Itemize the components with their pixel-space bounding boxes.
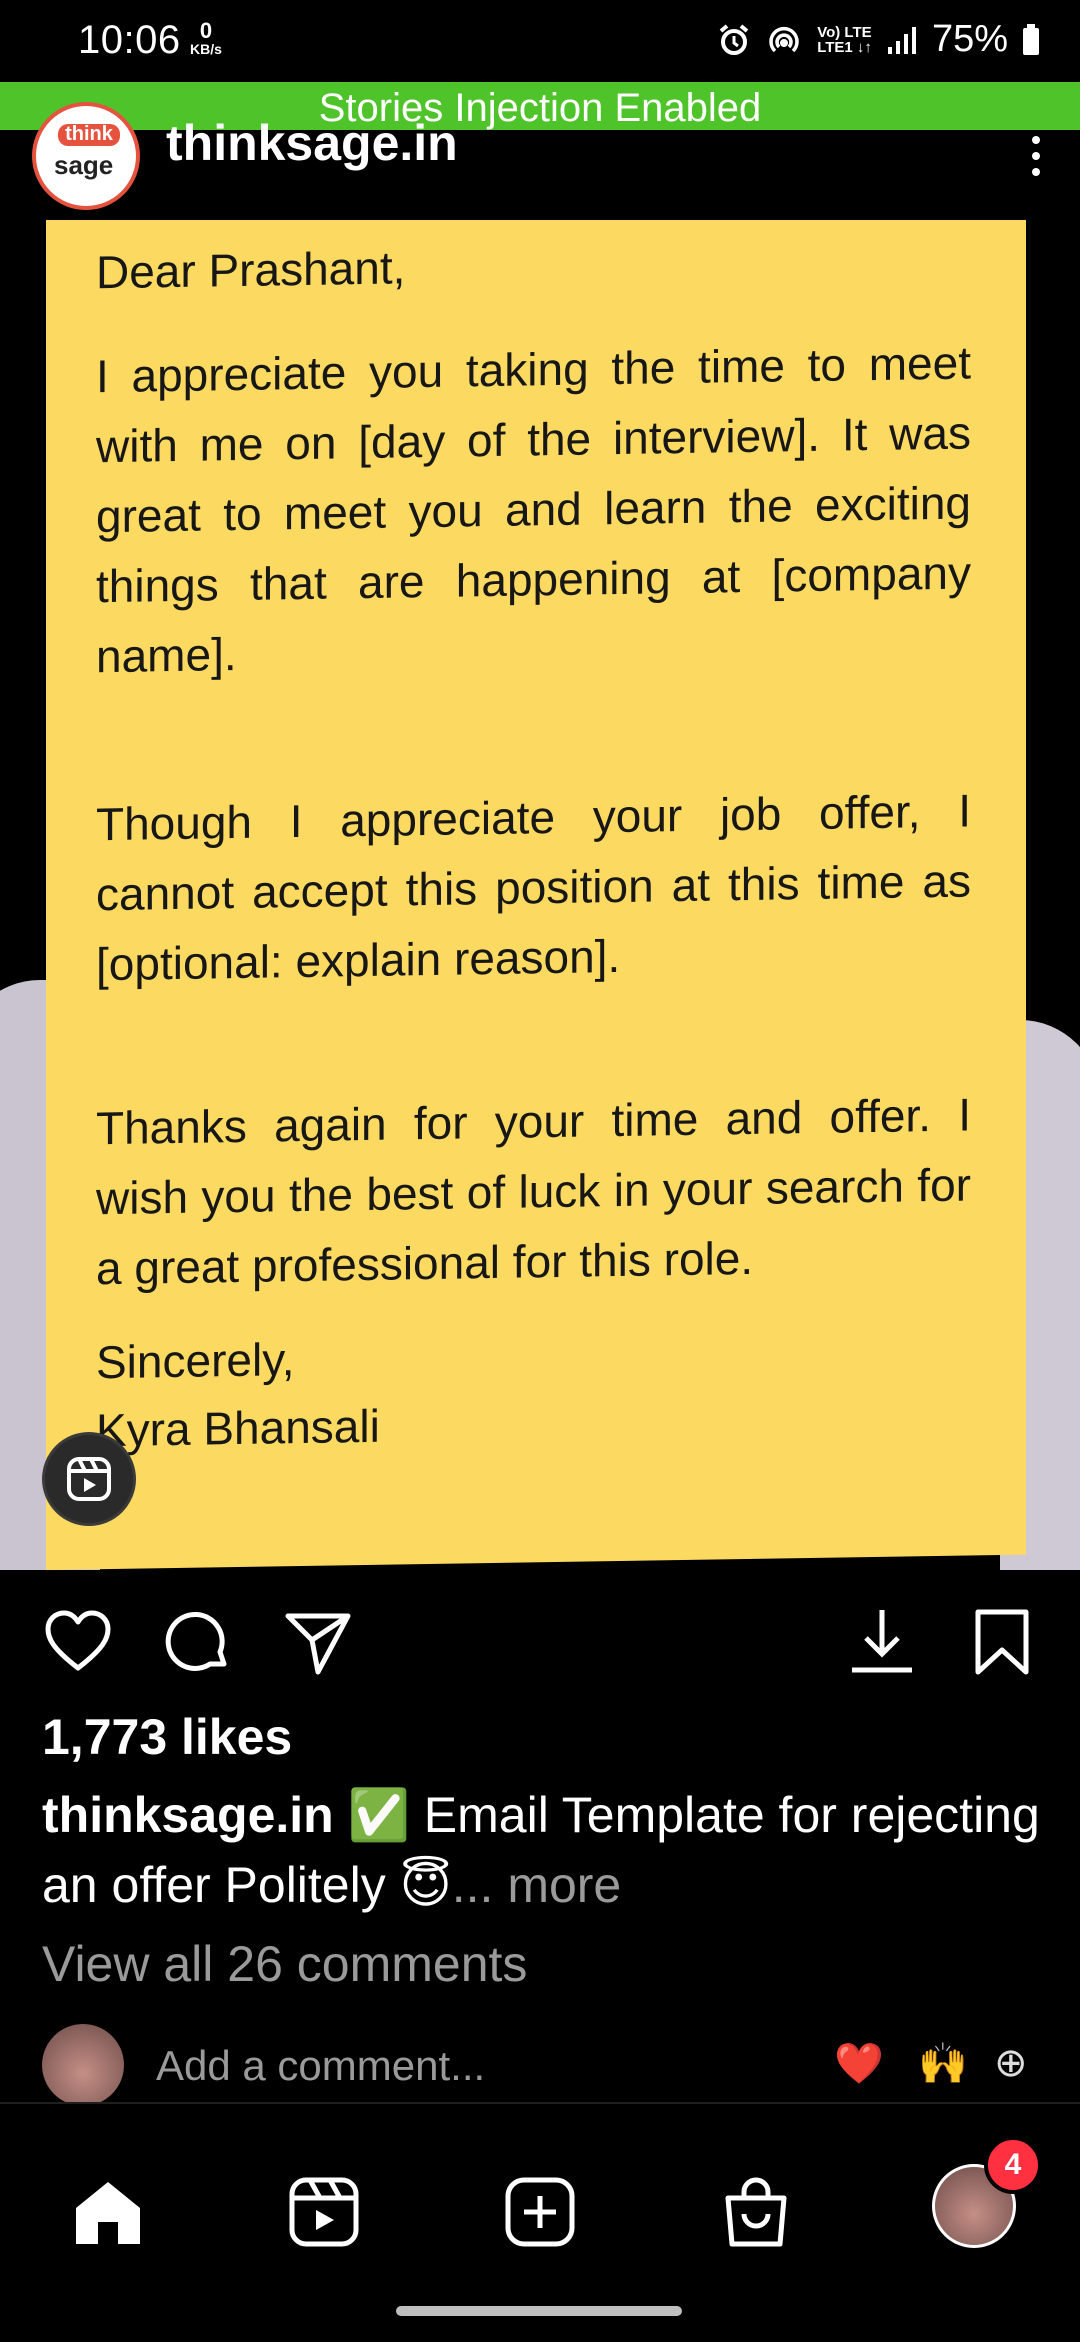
status-bar: 10:06 0 KB/s Vo) LTE LTE1 ↓↑ 75%	[0, 0, 1080, 82]
banner-text: Stories Injection Enabled	[318, 86, 762, 130]
letter-greeting: Dear Prashant,	[96, 241, 406, 299]
post-username[interactable]: thinksage.in	[166, 114, 458, 172]
email-letter-card: Dear Prashant, I appreciate you taking t…	[46, 220, 1026, 1570]
network-label: Vo) LTE LTE1 ↓↑	[817, 23, 872, 56]
stories-injection-banner: Stories Injection Enabled	[0, 82, 1080, 130]
battery-percent: 75%	[931, 18, 1008, 60]
caption-more-link[interactable]: ... more	[452, 1857, 621, 1913]
bookmark-icon[interactable]	[966, 1606, 1038, 1678]
heart-reaction-button[interactable]: ❤️	[834, 2040, 884, 2087]
reels-icon[interactable]	[42, 1432, 136, 1526]
post-media[interactable]: Dear Prashant, I appreciate you taking t…	[0, 220, 1080, 1570]
comment-input[interactable]: Add a comment...	[156, 2042, 485, 2090]
account-avatar[interactable]: think sage	[32, 102, 140, 210]
avatar-logo-text-2: sage	[54, 150, 114, 180]
reels-nav-icon[interactable]	[286, 2174, 362, 2250]
post-actions	[0, 1570, 1080, 1710]
letter-paragraph-1: I appreciate you taking the time to meet…	[96, 336, 971, 683]
battery-icon	[1023, 23, 1039, 55]
likes-count[interactable]: 1,773 likes	[42, 1708, 292, 1766]
view-all-comments-link[interactable]: View all 26 comments	[42, 1935, 527, 1993]
letter-paragraph-2: Though I appreciate your job offer, I ca…	[96, 784, 971, 991]
post-header: think sage thinksage.in	[0, 102, 1080, 220]
status-icons: Vo) LTE LTE1 ↓↑ 75%	[717, 18, 1040, 61]
network-speed: 0 KB/s	[190, 18, 222, 57]
add-reaction-button[interactable]: ⊕	[994, 2040, 1028, 2086]
signal-icon	[887, 26, 916, 54]
post-caption[interactable]: thinksage.in ✅ Email Template for reject…	[42, 1780, 1042, 1920]
home-indicator[interactable]	[396, 2306, 682, 2316]
heart-icon[interactable]	[42, 1606, 114, 1678]
user-avatar[interactable]	[42, 2024, 124, 2106]
hotspot-icon	[769, 26, 799, 52]
clock: 10:06	[78, 18, 181, 62]
letter-signature: Kyra Bhansali	[96, 1399, 380, 1457]
letter-paragraph-3: Thanks again for your time and offer. I …	[96, 1088, 971, 1295]
comment-icon[interactable]	[162, 1606, 234, 1678]
download-icon[interactable]	[846, 1606, 918, 1678]
avatar-logo-text-1: think	[58, 124, 120, 146]
home-icon[interactable]	[70, 2174, 146, 2250]
notification-badge: 4	[984, 2136, 1042, 2194]
more-vertical-icon[interactable]	[1030, 136, 1042, 186]
create-icon[interactable]	[502, 2174, 578, 2250]
shop-icon[interactable]	[718, 2174, 794, 2250]
alarm-icon	[719, 23, 749, 55]
send-icon[interactable]	[282, 1606, 354, 1678]
raising-hands-reaction-button[interactable]: 🙌	[918, 2040, 968, 2087]
caption-username[interactable]: thinksage.in	[42, 1787, 334, 1843]
